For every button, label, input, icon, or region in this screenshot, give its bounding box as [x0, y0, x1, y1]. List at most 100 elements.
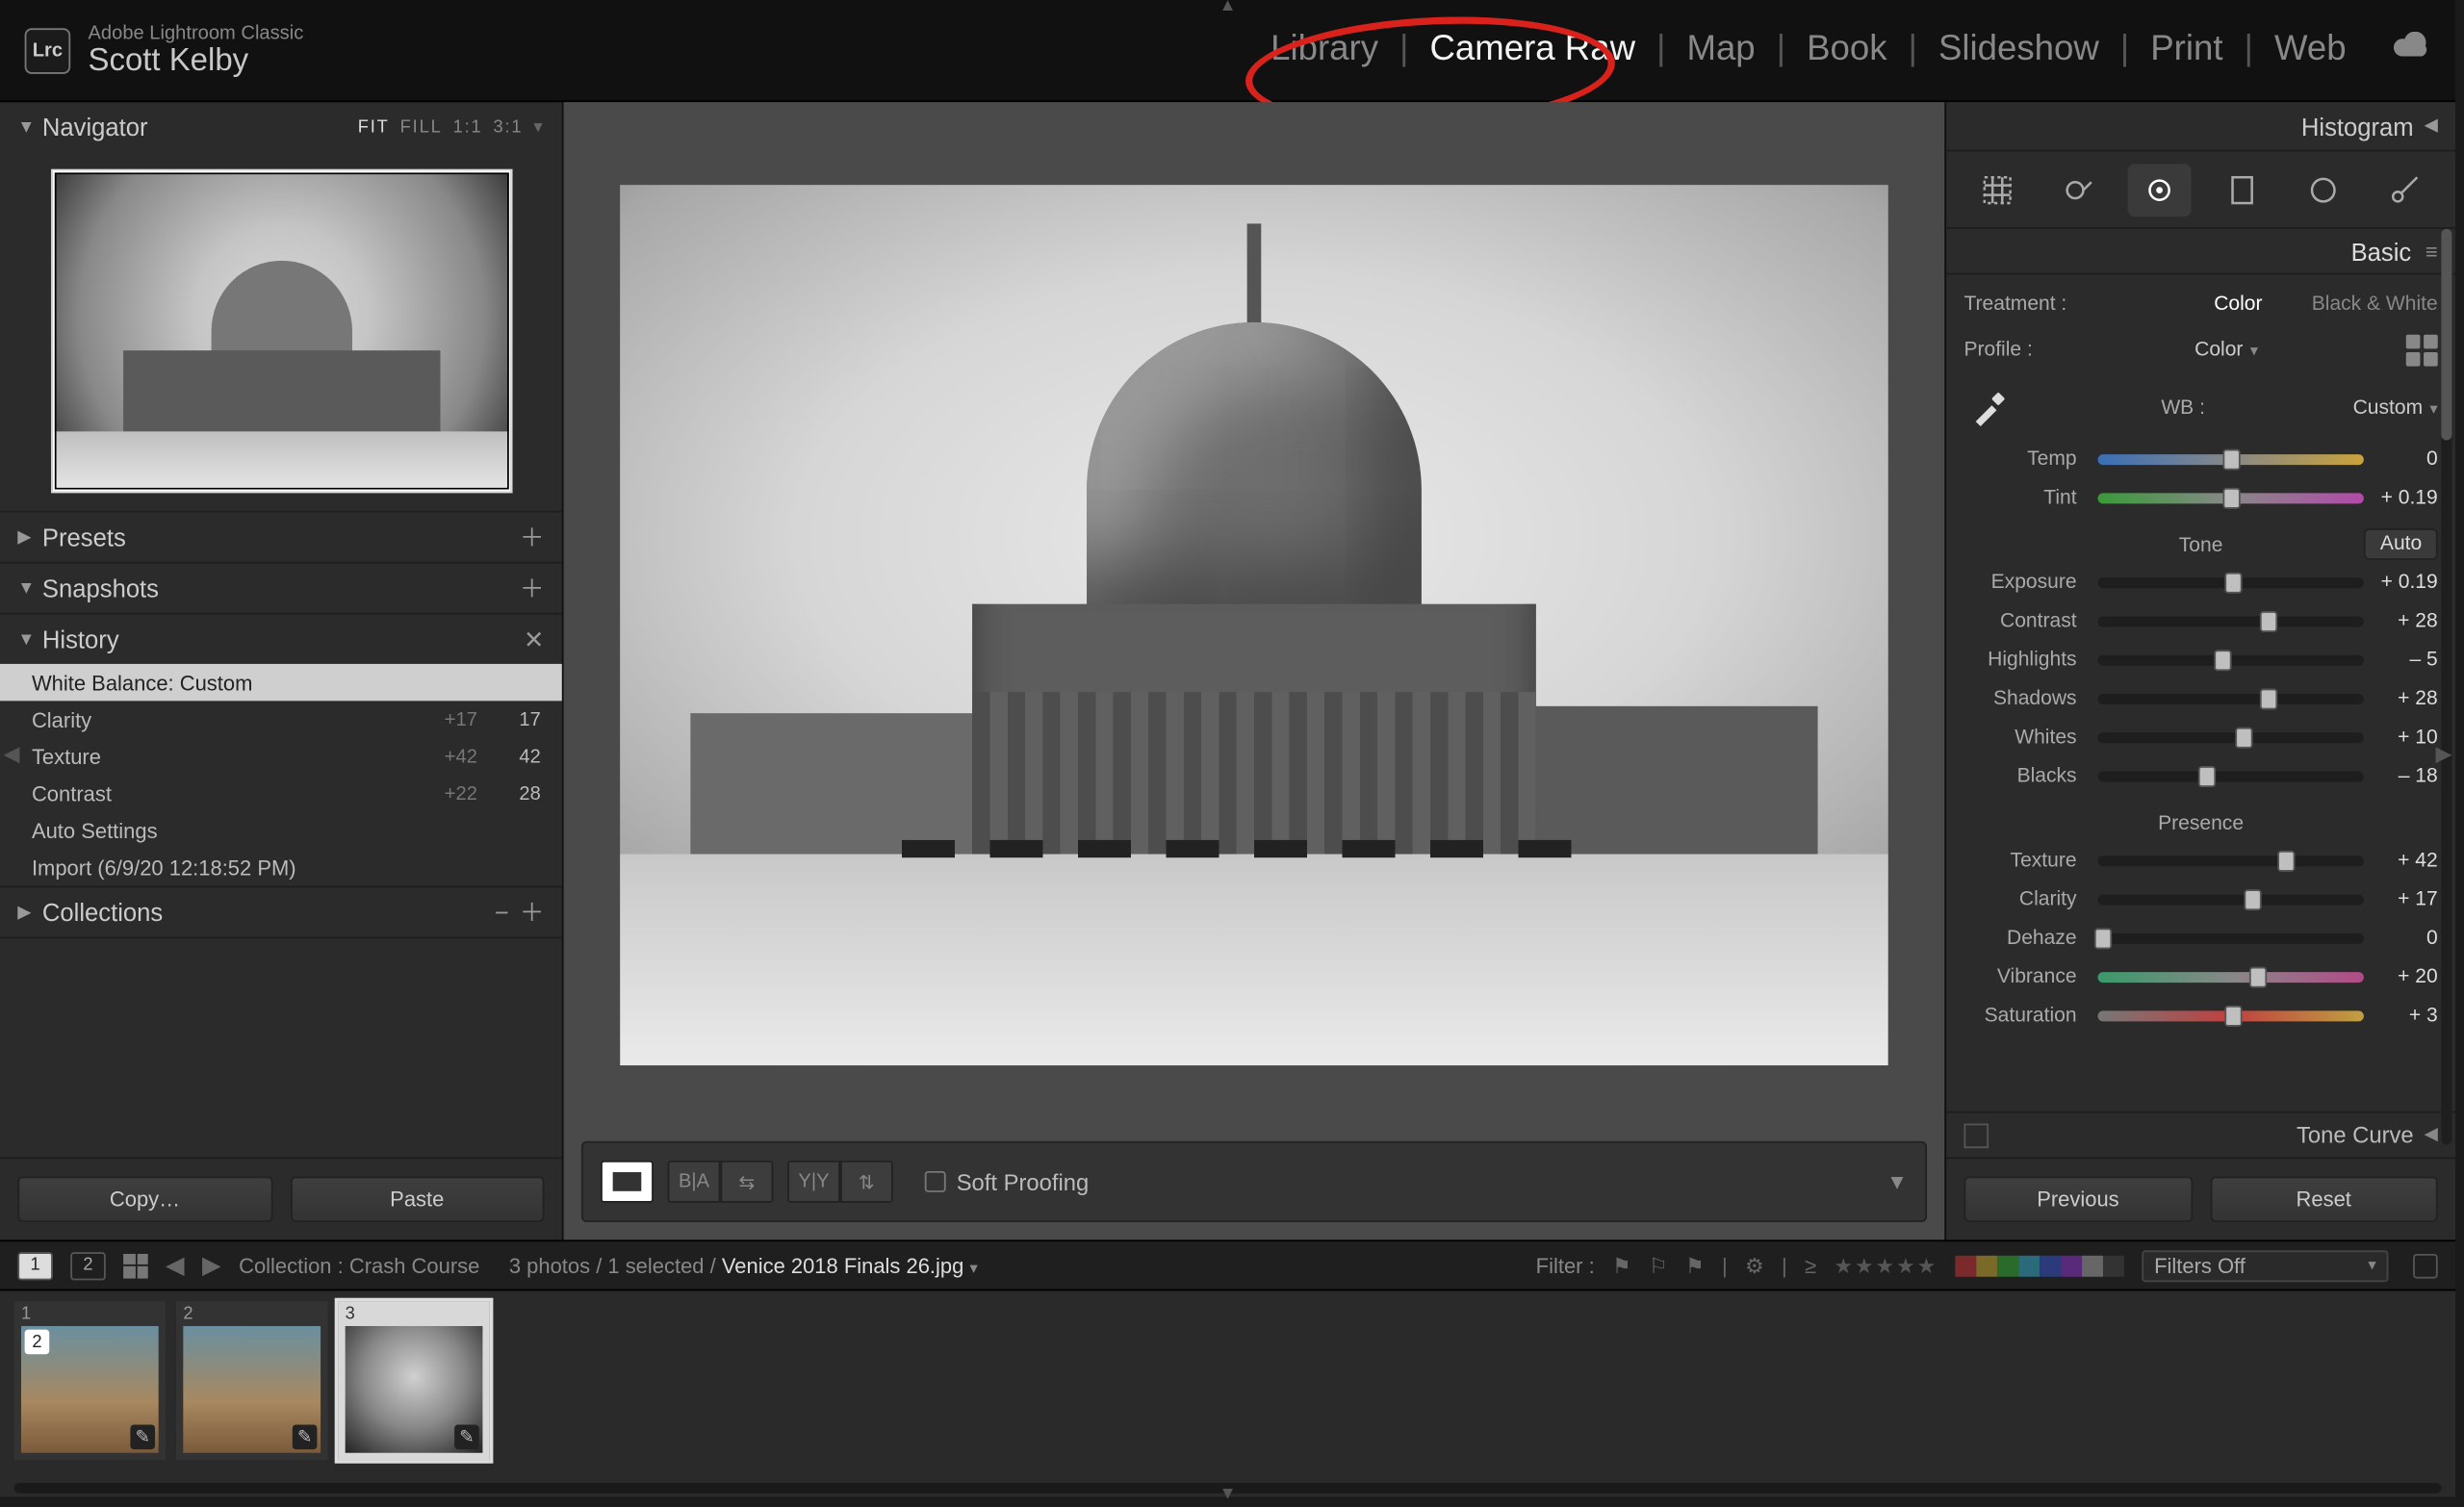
snapshots-add-icon[interactable]: ＋ — [509, 571, 545, 606]
tone-curve-toggle-icon[interactable] — [1964, 1123, 1989, 1148]
breadcrumb[interactable]: Collection : Crash Course 3 photos / 1 s… — [239, 1253, 978, 1278]
collections-add-icon[interactable]: ＋ — [509, 895, 545, 931]
color-swatch[interactable] — [2061, 1255, 2082, 1276]
module-library[interactable]: Library — [1249, 30, 1399, 70]
history-item[interactable]: Texture +42 42 — [0, 738, 562, 775]
before-after-lr-button[interactable]: B|A — [668, 1161, 721, 1203]
cloud-sync-icon[interactable] — [2392, 32, 2430, 68]
auto-tone-button[interactable]: Auto — [2364, 528, 2437, 560]
zoom-mode-fill[interactable]: FILL — [400, 117, 443, 137]
module-camera-raw[interactable]: Camera Raw — [1408, 30, 1656, 70]
secondary-display-1[interactable]: 1 — [17, 1251, 53, 1279]
panel-collapse-bottom-icon[interactable]: ▼ — [1219, 1485, 1236, 1504]
rating-gte-icon[interactable]: ≥ — [1805, 1253, 1816, 1278]
tint-slider[interactable] — [2098, 493, 2364, 503]
shadows-slider[interactable] — [2098, 694, 2364, 704]
dehaze-slider[interactable] — [2098, 933, 2364, 944]
exposure-slider[interactable] — [2098, 577, 2364, 588]
tone-curve-header[interactable]: Tone Curve ◀ — [1946, 1111, 2455, 1158]
filter-settings-icon[interactable]: ⚙ — [1745, 1253, 1764, 1278]
flag-rejected-icon[interactable]: ⚑ — [1685, 1253, 1705, 1278]
contrast-slider[interactable] — [2098, 617, 2364, 627]
flag-unflagged-icon[interactable]: ⚐ — [1649, 1253, 1668, 1278]
color-swatch[interactable] — [1976, 1255, 1997, 1276]
collections-remove-icon[interactable]: − — [484, 898, 509, 926]
crop-tool-icon[interactable] — [1965, 163, 2029, 216]
zoom-mode-3:1[interactable]: 3:1 — [494, 117, 524, 137]
vibrance-slider[interactable] — [2098, 972, 2364, 983]
wb-dropdown[interactable]: Custom▾ — [2353, 398, 2438, 420]
treatment-black-white[interactable]: Black & White — [2312, 294, 2438, 316]
zoom-mode-1:1[interactable]: 1:1 — [453, 117, 483, 137]
module-book[interactable]: Book — [1785, 30, 1908, 70]
before-after-swap-button[interactable]: ⇆ — [720, 1161, 773, 1203]
soft-proofing-checkbox[interactable] — [925, 1171, 946, 1192]
history-item[interactable]: Contrast +22 28 — [0, 775, 562, 811]
profile-dropdown[interactable]: Color▾ — [2194, 340, 2258, 361]
presets-add-icon[interactable]: ＋ — [509, 520, 545, 555]
module-web[interactable]: Web — [2253, 30, 2368, 70]
zoom-mode-fit[interactable]: FIT — [358, 117, 390, 137]
color-swatch[interactable] — [2040, 1255, 2061, 1276]
filmstrip-thumb[interactable]: 3 ✎ — [338, 1301, 489, 1460]
history-item[interactable]: Auto Settings — [0, 812, 562, 849]
profile-browser-icon[interactable] — [2406, 335, 2438, 367]
loupe-view-button[interactable] — [601, 1161, 654, 1203]
zoom-mode-more-icon[interactable]: ▾ — [533, 117, 544, 137]
saturation-slider[interactable] — [2098, 1010, 2364, 1021]
panel-collapse-right-icon[interactable]: ▶ — [2435, 741, 2451, 766]
whites-slider[interactable] — [2098, 732, 2364, 743]
collections-header[interactable]: ▶ Collections − ＋ — [0, 887, 562, 936]
graduated-filter-tool-icon[interactable] — [2210, 163, 2273, 216]
soft-proofing-toggle[interactable]: Soft Proofing — [925, 1168, 1089, 1194]
module-print[interactable]: Print — [2129, 30, 2244, 70]
basic-panel-header[interactable]: Basic ≡ — [1946, 229, 2455, 275]
before-after-yy-button[interactable]: Y|Y — [787, 1161, 840, 1203]
history-item[interactable]: Import (6/9/20 12:18:52 PM) — [0, 849, 562, 885]
filmstrip-thumb[interactable]: 1 2 ✎ — [14, 1301, 166, 1460]
module-map[interactable]: Map — [1665, 30, 1776, 70]
clarity-slider[interactable] — [2098, 895, 2364, 906]
color-swatch[interactable] — [2103, 1255, 2124, 1276]
before-after-updown-button[interactable]: ⇅ — [840, 1161, 893, 1203]
highlights-slider[interactable] — [2098, 655, 2364, 666]
panel-collapse-top-icon[interactable]: ▲ — [1219, 0, 1236, 15]
reset-button[interactable]: Reset — [2210, 1176, 2438, 1222]
image-canvas[interactable] — [564, 102, 1945, 1127]
presets-header[interactable]: ▶ Presets ＋ — [0, 513, 562, 562]
color-swatch[interactable] — [1955, 1255, 1976, 1276]
history-header[interactable]: ▼ History ✕ — [0, 615, 562, 664]
wb-eyedropper-icon[interactable] — [1964, 384, 2013, 433]
color-swatch[interactable] — [2018, 1255, 2040, 1276]
histogram-header[interactable]: Histogram ◀ — [1946, 102, 2455, 151]
nav-back-icon[interactable]: ◀ — [166, 1250, 185, 1280]
navigator-preview[interactable] — [50, 169, 511, 494]
radial-filter-tool-icon[interactable] — [2291, 163, 2354, 216]
toolbar-options-icon[interactable]: ▼ — [1886, 1169, 1908, 1194]
color-swatch[interactable] — [1997, 1255, 2018, 1276]
filmstrip-thumb[interactable]: 2 ✎ — [176, 1301, 327, 1460]
navigator-header[interactable]: ▼ Navigator FITFILL1:13:1▾ — [0, 102, 562, 151]
rating-filter[interactable]: ★★★★★ — [1834, 1253, 1938, 1278]
color-swatch[interactable] — [2082, 1255, 2103, 1276]
redeye-tool-icon[interactable] — [2128, 163, 2192, 216]
history-item[interactable]: White Balance: Custom — [0, 664, 562, 701]
previous-button[interactable]: Previous — [1964, 1176, 2192, 1222]
flag-picked-icon[interactable]: ⚑ — [1612, 1253, 1631, 1278]
snapshots-header[interactable]: ▼ Snapshots ＋ — [0, 564, 562, 613]
right-panel-scrollbar[interactable] — [2441, 229, 2451, 1145]
filters-preset-dropdown[interactable]: Filters Off ▾ — [2142, 1249, 2388, 1281]
filter-lock-icon[interactable] — [2413, 1253, 2438, 1278]
paste-button[interactable]: Paste — [290, 1176, 544, 1222]
adjustment-brush-tool-icon[interactable] — [2373, 163, 2436, 216]
nav-forward-icon[interactable]: ▶ — [202, 1250, 221, 1280]
copy-button[interactable]: Copy… — [17, 1176, 271, 1222]
history-item[interactable]: Clarity +17 17 — [0, 701, 562, 737]
temp-slider[interactable] — [2098, 454, 2364, 465]
grid-view-icon[interactable] — [123, 1253, 148, 1278]
panel-collapse-left-icon[interactable]: ◀ — [4, 741, 20, 766]
texture-slider[interactable] — [2098, 856, 2364, 866]
module-slideshow[interactable]: Slideshow — [1917, 30, 2120, 70]
secondary-display-2[interactable]: 2 — [70, 1251, 106, 1279]
history-clear-icon[interactable]: ✕ — [513, 625, 544, 654]
